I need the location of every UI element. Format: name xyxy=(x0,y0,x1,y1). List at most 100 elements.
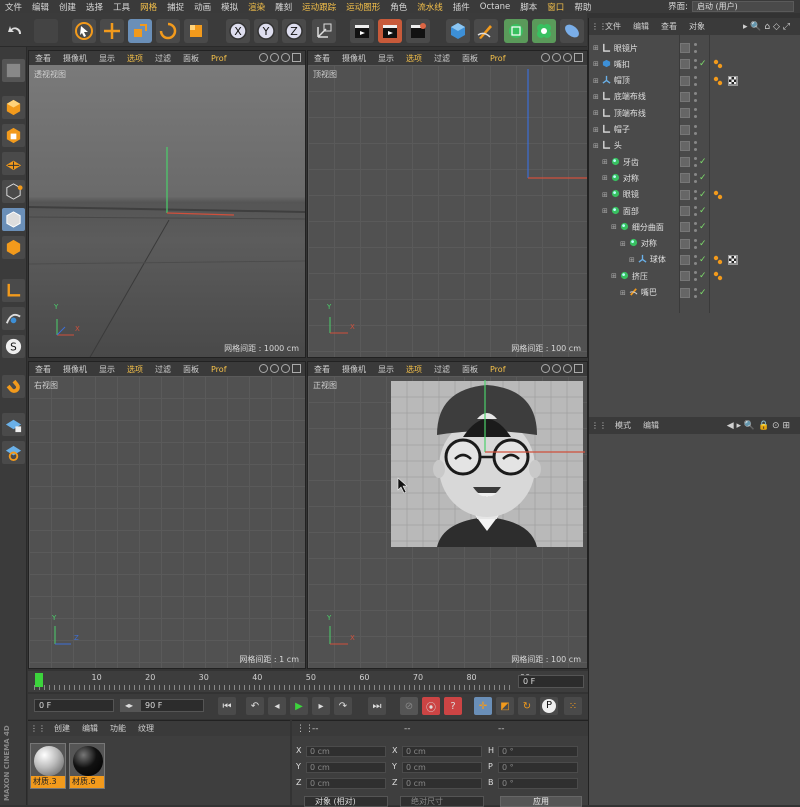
menu-animate[interactable]: 动画 xyxy=(189,1,216,13)
object-row[interactable]: ⊞ 球体 ✓ xyxy=(589,252,800,268)
layer-icon[interactable] xyxy=(680,238,690,249)
object-row[interactable]: ⊞ 嘴扣 ✓ xyxy=(589,56,800,72)
layer-icon[interactable] xyxy=(680,91,690,102)
enabled-check-icon[interactable]: ✓ xyxy=(699,173,707,183)
phong-tag-icon[interactable] xyxy=(713,190,723,200)
enabled-check-icon[interactable]: ✓ xyxy=(699,206,707,216)
key-param-button[interactable]: P xyxy=(540,697,558,715)
object-row[interactable]: ⊞ 对称 ✓ xyxy=(589,236,800,252)
menu-character[interactable]: 角色 xyxy=(385,1,412,13)
visibility-dots-icon[interactable] xyxy=(694,59,698,70)
vp-menu-view[interactable]: 查看 xyxy=(29,53,57,64)
layer-icon[interactable] xyxy=(680,222,690,233)
snap-button[interactable]: S xyxy=(2,335,25,358)
expand-toggle-icon[interactable]: ⊞ xyxy=(593,77,599,85)
deformer-button[interactable] xyxy=(560,19,584,43)
rotate-view-icon[interactable] xyxy=(563,53,572,62)
layer-icon[interactable] xyxy=(680,189,690,200)
phong-tag-icon[interactable] xyxy=(713,271,723,281)
object-row[interactable]: ⊞ 牙齿 ✓ xyxy=(589,154,800,170)
viewport-front[interactable]: 查看 摄像机 显示 选项 过滤 面板 Prof 正视图 Y X 网格间距: 1… xyxy=(307,361,588,669)
rotate-view-icon[interactable] xyxy=(281,364,290,373)
menu-create[interactable]: 创建 xyxy=(54,1,81,13)
expand-toggle-icon[interactable]: ⊞ xyxy=(593,44,599,52)
polygons-mode-button[interactable] xyxy=(2,236,25,259)
mm-menu-texture[interactable]: 纹理 xyxy=(132,723,160,734)
material-tag-icon[interactable] xyxy=(728,254,738,265)
points-mode-button[interactable] xyxy=(2,180,25,203)
move-tool-button[interactable] xyxy=(100,19,124,43)
planar-workplane-button[interactable] xyxy=(2,441,25,464)
size-mode-select[interactable]: 绝对尺寸 xyxy=(400,796,484,807)
vp-menu-camera[interactable]: 摄像机 xyxy=(336,364,372,375)
expand-toggle-icon[interactable]: ⊞ xyxy=(611,272,617,280)
rotate-view-icon[interactable] xyxy=(563,364,572,373)
layer-icon[interactable] xyxy=(680,287,690,298)
timeline-ruler[interactable]: 0102030405060708090 0 F xyxy=(28,671,588,692)
mm-menu-function[interactable]: 功能 xyxy=(104,723,132,734)
object-row[interactable]: ⊞ 挤压 ✓ xyxy=(589,268,800,284)
go-to-end-button[interactable]: ⏭ xyxy=(368,697,386,715)
scale-tool-button[interactable] xyxy=(128,19,152,43)
vp-menu-display[interactable]: 显示 xyxy=(372,364,400,375)
menu-pipeline[interactable]: 流水线 xyxy=(412,1,448,13)
object-row[interactable]: ⊞ 对称 ✓ xyxy=(589,170,800,186)
layer-icon[interactable] xyxy=(680,43,690,53)
render-settings-button[interactable] xyxy=(406,19,430,43)
vp-menu-prof[interactable]: Prof xyxy=(205,54,233,63)
visibility-dots-icon[interactable] xyxy=(694,91,698,102)
vp-menu-view[interactable]: 查看 xyxy=(29,364,57,375)
coordinate-field[interactable]: Y 0 cm xyxy=(296,762,388,774)
om-menu-view[interactable]: 查看 xyxy=(655,21,683,32)
key-position-button[interactable]: ✛ xyxy=(474,697,492,715)
undo-button[interactable] xyxy=(4,19,28,43)
viewport-perspective[interactable]: 查看 摄像机 显示 选项 过滤 面板 Prof 透视视图 Y X 网格间距 : … xyxy=(28,50,306,358)
vp-menu-camera[interactable]: 摄像机 xyxy=(57,364,93,375)
vp-menu-options[interactable]: 选项 xyxy=(121,53,149,64)
expand-toggle-icon[interactable]: ⊞ xyxy=(602,174,608,182)
coordinate-field[interactable]: B 0 ° xyxy=(488,778,580,790)
visibility-dots-icon[interactable] xyxy=(694,238,698,249)
expand-toggle-icon[interactable]: ⊞ xyxy=(629,256,635,264)
workplane-button[interactable] xyxy=(2,152,25,175)
vp-menu-panel[interactable]: 面板 xyxy=(456,53,484,64)
vp-menu-prof[interactable]: Prof xyxy=(484,54,512,63)
phong-tag-icon[interactable] xyxy=(713,255,723,265)
menu-octane[interactable]: Octane xyxy=(475,2,516,12)
coordinate-value[interactable]: 0 ° xyxy=(498,778,578,789)
texture-mode-button[interactable] xyxy=(2,124,25,147)
mm-menu-create[interactable]: 创建 xyxy=(48,723,76,734)
object-row[interactable]: ⊞ 面部 ✓ xyxy=(589,203,800,219)
menu-window[interactable]: 窗口 xyxy=(542,1,569,13)
menu-select[interactable]: 选择 xyxy=(81,1,108,13)
select-tool-button[interactable] xyxy=(72,19,96,43)
subdivision-surface-button[interactable] xyxy=(504,19,528,43)
enabled-check-icon[interactable]: ✓ xyxy=(699,255,707,265)
vp-menu-options[interactable]: 选项 xyxy=(400,364,428,375)
enabled-check-icon[interactable]: ✓ xyxy=(699,271,707,281)
om-toolbar-icons[interactable]: ▸ 🔍 ⌂ ◇ ⤢ xyxy=(737,22,796,32)
enabled-check-icon[interactable]: ✓ xyxy=(699,222,707,232)
phong-tag-icon[interactable] xyxy=(713,76,723,86)
redo-button[interactable] xyxy=(34,19,58,43)
record-keys-button[interactable]: ⦿ xyxy=(422,697,440,715)
vp-menu-panel[interactable]: 面板 xyxy=(177,364,205,375)
coordinate-field[interactable]: H0 ° xyxy=(488,746,580,758)
prev-key-button[interactable]: ↶ xyxy=(246,697,264,715)
vp-menu-filter[interactable]: 过滤 xyxy=(428,364,456,375)
go-to-start-button[interactable]: ⏮ xyxy=(218,697,236,715)
layer-icon[interactable] xyxy=(680,271,690,282)
menu-render[interactable]: 渲染 xyxy=(243,1,270,13)
layer-icon[interactable] xyxy=(680,254,690,265)
rotate-view-icon[interactable] xyxy=(281,53,290,62)
enabled-check-icon[interactable]: ✓ xyxy=(699,157,707,167)
rotate-tool-button[interactable] xyxy=(156,19,180,43)
x-axis-lock-button[interactable]: X xyxy=(226,19,250,43)
layer-icon[interactable] xyxy=(680,124,690,135)
layout-select[interactable]: 启动 (用户) xyxy=(692,0,794,12)
vp-menu-view[interactable]: 查看 xyxy=(308,364,336,375)
object-row[interactable]: ⊞ 底端布线 xyxy=(589,89,800,105)
maximize-view-icon[interactable] xyxy=(292,364,301,373)
object-row[interactable]: ⊞ 细分曲面 ✓ xyxy=(589,219,800,235)
menu-tools[interactable]: 工具 xyxy=(108,1,135,13)
